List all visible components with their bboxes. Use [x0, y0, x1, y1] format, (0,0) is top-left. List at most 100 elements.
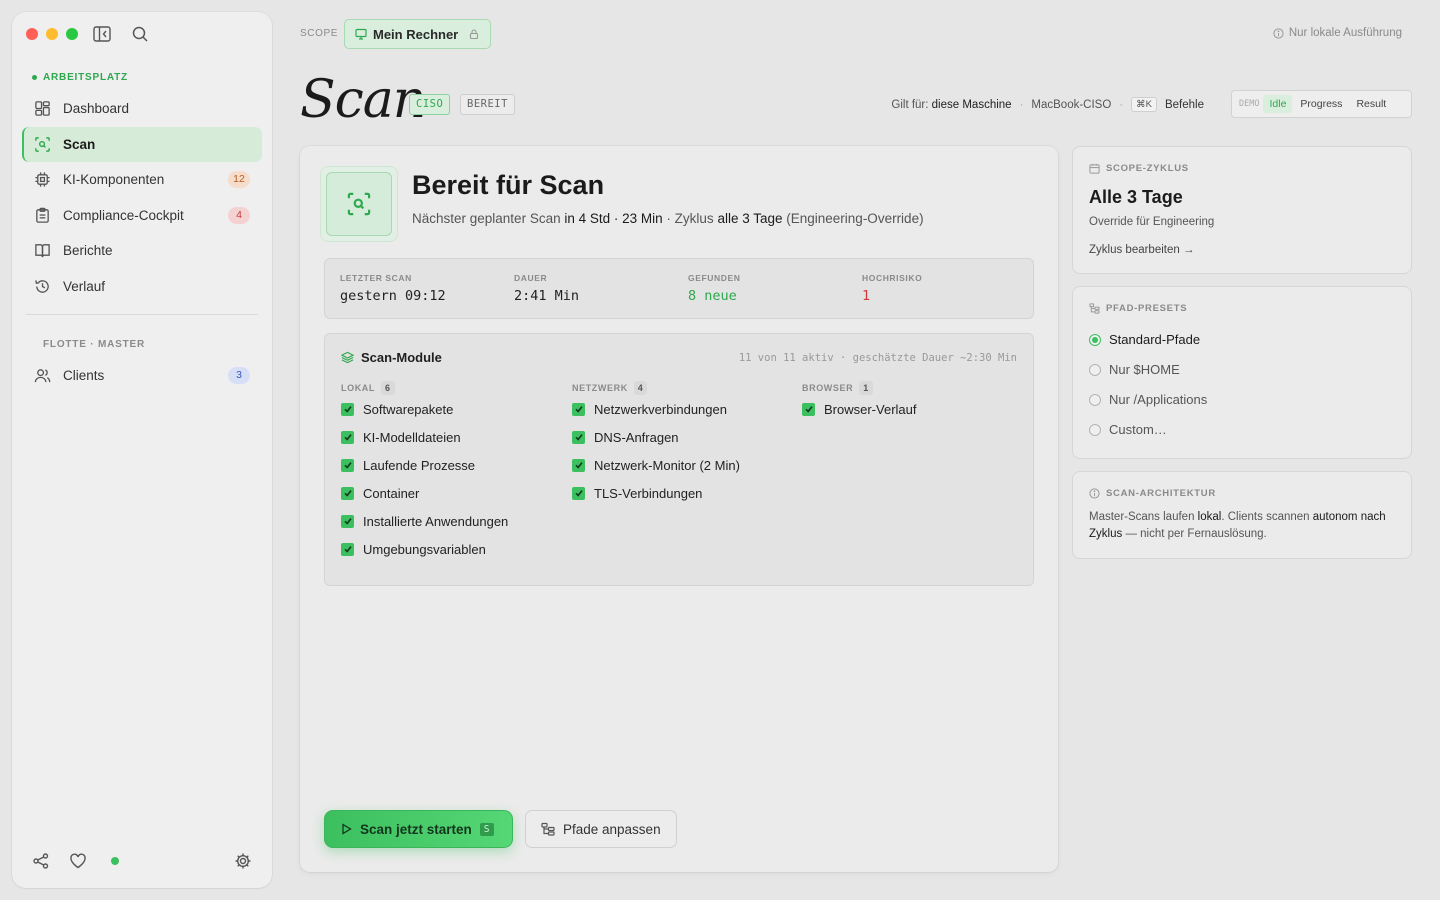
check-icon [574, 434, 583, 441]
scan-icon [35, 137, 50, 152]
column-count: 1 [859, 381, 873, 395]
commands-button[interactable]: Befehle [1165, 99, 1204, 111]
arch-text: . Clients scannen [1221, 511, 1310, 523]
module-checkbox[interactable]: TLS-Verbindungen [572, 479, 740, 507]
stat-label: HOCHRISIKO [862, 273, 923, 283]
minimize-window-button[interactable] [46, 28, 58, 40]
hero-sub-text: (Engineering-Override) [786, 211, 924, 226]
sidebar-toggle-icon[interactable] [93, 26, 111, 42]
checkbox-checked[interactable] [802, 402, 815, 416]
sidebar-footer [32, 852, 252, 872]
hero-subtitle: Nächster geplanter Scan in 4 Std · 23 Mi… [412, 211, 924, 226]
checkbox-checked[interactable] [341, 458, 354, 472]
preset-label: Nur /Applications [1109, 392, 1208, 407]
machine-name: MacBook-CISO [1031, 98, 1112, 111]
module-checkbox[interactable]: Umgebungsvariablen [341, 535, 508, 563]
fleet-section-label: FLOTTE · MASTER [43, 339, 145, 350]
stat-value: gestern 09:12 [340, 288, 446, 304]
radio-unselected[interactable] [1089, 393, 1101, 406]
demo-mode-switcher: DEMO Idle Progress Result [1231, 90, 1412, 118]
heart-icon[interactable] [69, 852, 87, 870]
module-label: Installierte Anwendungen [363, 513, 509, 529]
check-icon [343, 462, 352, 469]
sidebar-item-berichte[interactable]: Berichte [22, 233, 262, 268]
checkbox-checked[interactable] [341, 402, 354, 416]
demo-mode-result[interactable]: Result [1350, 95, 1392, 113]
preset-option-custom[interactable]: Custom… [1089, 422, 1167, 437]
check-icon [343, 518, 352, 525]
modules-title: Scan-Module [341, 350, 442, 365]
path-presets-panel: PFAD-PRESETS Standard-Pfade Nur $HOME Nu… [1072, 286, 1412, 459]
sidebar-item-ki-komponenten[interactable]: KI-Komponenten 12 [22, 162, 262, 197]
module-checkbox[interactable]: Browser-Verlauf [802, 395, 916, 423]
start-scan-button[interactable]: Scan jetzt starten S [324, 810, 513, 848]
sidebar-item-scan[interactable]: Scan [22, 127, 262, 162]
sidebar-divider [26, 314, 258, 315]
edit-cycle-link[interactable]: Zyklus bearbeiten → [1089, 244, 1194, 256]
connection-status-dot [111, 857, 119, 865]
zoom-window-button[interactable] [66, 28, 78, 40]
shortcut-key: ⌘K [1131, 97, 1157, 112]
search-icon[interactable] [131, 25, 149, 43]
checkbox-checked[interactable] [341, 514, 354, 528]
adjust-paths-button[interactable]: Pfade anpassen [525, 810, 677, 848]
demo-mode-idle[interactable]: Idle [1263, 95, 1293, 113]
sidebar-item-label: Verlauf [63, 279, 106, 294]
panel-label-text: PFAD-PRESETS [1106, 303, 1188, 314]
checkbox-checked[interactable] [341, 430, 354, 444]
radio-selected[interactable] [1089, 333, 1101, 346]
checkbox-checked[interactable] [572, 486, 585, 500]
stat-last-scan: LETZTER SCAN gestern 09:12 [340, 273, 446, 304]
check-icon [574, 490, 583, 497]
demo-mode-progress[interactable]: Progress [1294, 95, 1348, 113]
info-icon [1089, 488, 1100, 499]
hero-icon-inner [326, 172, 392, 236]
sidebar-item-label: Dashboard [63, 101, 130, 116]
module-label: Browser-Verlauf [824, 401, 917, 417]
module-checkbox[interactable]: DNS-Anfragen [572, 423, 740, 451]
sidebar-item-dashboard[interactable]: Dashboard [22, 91, 262, 126]
next-scan-eta: in 4 Std · 23 Min [564, 211, 663, 226]
module-checkbox[interactable]: Container [341, 479, 508, 507]
hero-icon-frame [320, 166, 398, 242]
module-checkbox[interactable]: Laufende Prozesse [341, 451, 508, 479]
scope-value: Mein Rechner [373, 26, 459, 42]
hero-title: Bereit für Scan [412, 170, 605, 200]
share-icon[interactable] [32, 852, 50, 870]
module-checkbox[interactable]: Softwarepakete [341, 395, 508, 423]
preset-label: Custom… [1109, 422, 1167, 437]
module-checkbox[interactable]: KI-Modelldateien [341, 423, 508, 451]
radio-unselected[interactable] [1089, 423, 1101, 436]
scan-stats: LETZTER SCAN gestern 09:12 DAUER 2:41 Mi… [324, 258, 1034, 319]
stat-found: GEFUNDEN 8 neue [688, 273, 741, 304]
sidebar-item-clients[interactable]: Clients 3 [22, 358, 262, 393]
module-checkbox[interactable]: Installierte Anwendungen [341, 507, 508, 535]
module-checkbox[interactable]: Netzwerkverbindungen [572, 395, 740, 423]
local-only-text: Nur lokale Ausführung [1288, 27, 1402, 39]
checkbox-checked[interactable] [572, 458, 585, 472]
separator: · [1019, 98, 1024, 111]
sidebar-item-verlauf[interactable]: Verlauf [22, 269, 262, 304]
checkbox-checked[interactable] [341, 542, 354, 556]
sidebar-item-compliance-cockpit[interactable]: Compliance-Cockpit 4 [22, 198, 262, 233]
checkbox-checked[interactable] [572, 402, 585, 416]
radio-unselected[interactable] [1089, 363, 1101, 376]
checkbox-checked[interactable] [341, 486, 354, 500]
header-meta: Gilt für: diese Maschine · MacBook-CISO … [891, 97, 1204, 112]
separator: · [1119, 98, 1124, 111]
count-badge: 3 [228, 367, 250, 384]
panel-label: SCAN-ARCHITEKTUR [1089, 488, 1216, 499]
checkbox-checked[interactable] [572, 430, 585, 444]
preset-option-applications[interactable]: Nur /Applications [1089, 392, 1207, 407]
preset-option-home[interactable]: Nur $HOME [1089, 362, 1180, 377]
gear-icon[interactable] [234, 852, 252, 870]
check-icon [343, 406, 352, 413]
preset-option-standard[interactable]: Standard-Pfade [1089, 332, 1200, 347]
scope-selector[interactable]: Mein Rechner [344, 19, 492, 49]
sidebar-item-label: Berichte [63, 243, 113, 258]
dashboard-icon [35, 101, 50, 116]
panel-label-text: SCAN-ARCHITEKTUR [1106, 488, 1216, 499]
module-checkbox[interactable]: Netzwerk-Monitor (2 Min) [572, 451, 740, 479]
module-column-browser: BROWSER 1 Browser-Verlauf [802, 381, 916, 423]
close-window-button[interactable] [26, 28, 38, 40]
